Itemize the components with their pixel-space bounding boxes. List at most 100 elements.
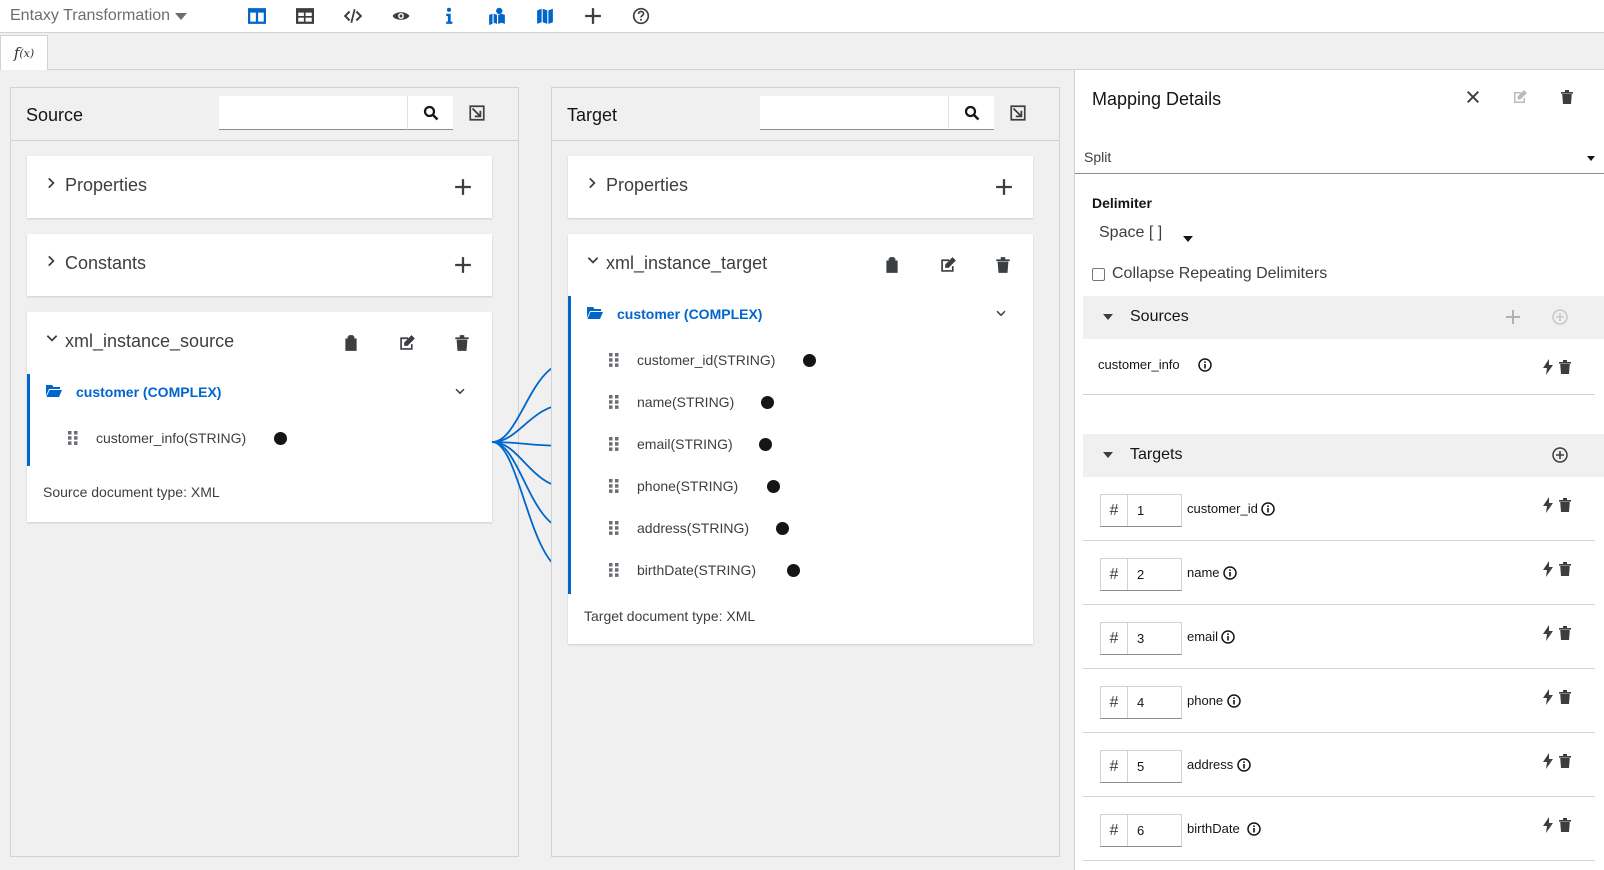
chevron-right-icon[interactable] [586, 176, 600, 190]
target-index-input[interactable]: #2 [1100, 558, 1182, 591]
app-menu-caret-icon[interactable] [175, 12, 187, 20]
eye-icon[interactable] [391, 6, 411, 26]
chevron-down-icon[interactable] [995, 308, 1007, 320]
trash-icon[interactable] [994, 256, 1012, 274]
collapse-delimiters-checkbox[interactable] [1092, 268, 1105, 281]
info-circle-icon[interactable] [1247, 822, 1261, 836]
help-icon[interactable] [631, 6, 651, 26]
chevron-right-icon[interactable] [45, 176, 59, 190]
chevron-down-icon[interactable] [454, 386, 466, 398]
source-constants-label[interactable]: Constants [65, 253, 146, 274]
drag-handle-icon[interactable] [609, 521, 619, 535]
edit-icon[interactable] [939, 256, 957, 274]
list-item[interactable]: customer_id(STRING) [571, 344, 1033, 384]
delimiter-select[interactable]: Space [ ] [1099, 224, 1162, 242]
target-row-actions[interactable] [1543, 751, 1575, 771]
source-search-input[interactable] [219, 96, 407, 130]
target-row-actions[interactable] [1543, 815, 1575, 835]
add-source-button[interactable] [1503, 307, 1523, 327]
drag-handle-icon[interactable] [609, 479, 619, 493]
edit-icon[interactable] [398, 334, 416, 352]
target-connector-dot[interactable] [759, 438, 772, 451]
transformation-select[interactable]: Split [1075, 144, 1604, 174]
target-connector-dot[interactable] [776, 522, 789, 535]
close-button[interactable] [1462, 86, 1484, 108]
source-connector-dot[interactable] [274, 432, 287, 445]
trash-icon[interactable] [1557, 689, 1573, 705]
trash-icon[interactable] [1557, 625, 1573, 641]
target-node-label[interactable]: customer (COMPLEX) [617, 306, 762, 322]
code-icon[interactable] [343, 6, 363, 26]
info-circle-icon[interactable] [1223, 566, 1237, 580]
target-row-actions[interactable] [1543, 623, 1575, 643]
target-connector-dot[interactable] [767, 480, 780, 493]
trash-icon[interactable] [1557, 817, 1573, 833]
source-properties-label[interactable]: Properties [65, 175, 147, 196]
target-connector-dot[interactable] [761, 396, 774, 409]
drag-handle-icon[interactable] [609, 563, 619, 577]
chevron-down-icon[interactable] [586, 254, 600, 268]
bolt-icon[interactable] [1543, 689, 1553, 705]
plus-icon[interactable] [583, 6, 603, 26]
target-index-input[interactable]: #6 [1100, 814, 1182, 847]
chevron-right-icon[interactable] [45, 254, 59, 268]
info-circle-icon[interactable] [1221, 630, 1235, 644]
clipboard-icon[interactable] [342, 334, 360, 352]
list-item[interactable]: address(STRING) [571, 512, 1033, 552]
target-row-actions[interactable] [1543, 495, 1575, 515]
trash-icon[interactable] [1557, 753, 1573, 769]
drag-handle-icon[interactable] [609, 353, 619, 367]
list-item[interactable]: name(STRING) [571, 386, 1033, 426]
target-export-button[interactable] [1006, 101, 1030, 125]
trash-icon[interactable] [1557, 497, 1573, 513]
add-constant-icon[interactable] [454, 256, 472, 274]
target-connector-dot[interactable] [787, 564, 800, 577]
tab-functions[interactable]: f (x) [0, 35, 48, 70]
target-index-input[interactable]: #1 [1100, 494, 1182, 527]
list-item[interactable]: birthDate(STRING) [571, 554, 1033, 594]
source-row-actions[interactable] [1543, 357, 1575, 377]
info-circle-icon[interactable] [1227, 694, 1241, 708]
map-marked-icon[interactable] [487, 6, 507, 26]
add-target-button[interactable] [1550, 445, 1570, 465]
columns-icon[interactable] [247, 6, 267, 26]
target-row-actions[interactable] [1543, 687, 1575, 707]
add-source-circle-button[interactable] [1550, 307, 1570, 327]
bolt-icon[interactable] [1543, 359, 1553, 375]
add-property-icon[interactable] [995, 178, 1013, 196]
add-property-icon[interactable] [454, 178, 472, 196]
list-item[interactable]: customer_info(STRING) [30, 422, 492, 462]
clipboard-icon[interactable] [883, 256, 901, 274]
bolt-icon[interactable] [1543, 753, 1553, 769]
bolt-icon[interactable] [1543, 561, 1553, 577]
source-search-button[interactable] [407, 96, 453, 130]
trash-icon[interactable] [1557, 561, 1573, 577]
target-index-input[interactable]: #4 [1100, 686, 1182, 719]
bolt-icon[interactable] [1543, 497, 1553, 513]
target-index-input[interactable]: #3 [1100, 622, 1182, 655]
target-properties-label[interactable]: Properties [606, 175, 688, 196]
info-circle-icon[interactable] [1198, 358, 1212, 372]
caret-down-icon[interactable] [1103, 314, 1113, 320]
source-node-label[interactable]: customer (COMPLEX) [76, 384, 221, 400]
target-index-input[interactable]: #5 [1100, 750, 1182, 783]
map-icon[interactable] [535, 6, 555, 26]
trash-icon[interactable] [1557, 359, 1573, 375]
target-row-actions[interactable] [1543, 559, 1575, 579]
info-circle-icon[interactable] [1261, 502, 1275, 516]
target-connector-dot[interactable] [803, 354, 816, 367]
drag-handle-icon[interactable] [609, 437, 619, 451]
caret-down-icon[interactable] [1103, 452, 1113, 458]
list-item[interactable]: phone(STRING) [571, 470, 1033, 510]
caret-down-icon[interactable] [1183, 236, 1193, 242]
info-icon[interactable] [439, 6, 459, 26]
info-circle-icon[interactable] [1237, 758, 1251, 772]
table-icon[interactable] [295, 6, 315, 26]
bolt-icon[interactable] [1543, 817, 1553, 833]
chevron-down-icon[interactable] [45, 332, 59, 346]
delete-mapping-button[interactable] [1556, 86, 1578, 108]
trash-icon[interactable] [453, 334, 471, 352]
target-search-input[interactable] [760, 96, 948, 130]
target-search-button[interactable] [948, 96, 994, 130]
edit-mapping-button[interactable] [1509, 86, 1531, 108]
